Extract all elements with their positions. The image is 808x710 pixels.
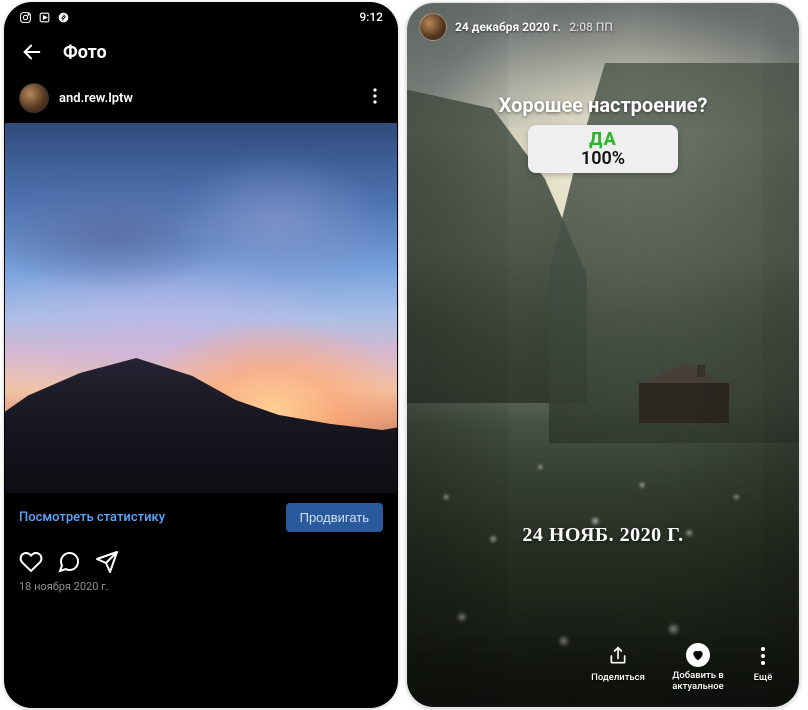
poll-percentage: 100% xyxy=(532,149,674,169)
story-header: 24 декабря 2020 г. 2:08 ПП xyxy=(419,13,787,41)
comment-icon[interactable] xyxy=(57,550,81,574)
screen-header: Фото xyxy=(5,31,397,77)
story-footer: Поделиться Добавить в актуальное Ещё xyxy=(407,643,799,693)
share-button[interactable]: Поделиться xyxy=(581,643,655,693)
post-date: 18 ноября 2020 г. xyxy=(5,576,397,597)
post-header: and.rew.lptw xyxy=(5,77,397,123)
share-outline-icon xyxy=(605,643,631,669)
post-image[interactable] xyxy=(5,123,397,493)
avatar[interactable] xyxy=(419,13,447,41)
avatar[interactable] xyxy=(19,83,49,113)
view-insights-link[interactable]: Посмотреть статистику xyxy=(19,510,165,525)
more-options-icon[interactable] xyxy=(367,84,383,112)
share-label: Поделиться xyxy=(591,673,645,684)
status-bar: 9:12 xyxy=(5,3,397,31)
media-app-icon xyxy=(38,11,51,24)
back-arrow-icon[interactable] xyxy=(21,41,43,63)
story-caption: 24 НОЯБ. 2020 Г. xyxy=(407,524,799,547)
username[interactable]: and.rew.lptw xyxy=(59,91,133,106)
promote-button[interactable]: Продвигать xyxy=(286,503,383,532)
story-time-label: 2:08 ПП xyxy=(569,20,613,34)
poll-question: Хорошее настроение? xyxy=(407,93,799,117)
instagram-app-icon xyxy=(19,11,32,24)
insights-row: Посмотреть статистику Продвигать xyxy=(5,493,397,542)
poll-option-yes: ДА xyxy=(532,131,674,149)
poll-sticker[interactable]: ДА 100% xyxy=(528,125,678,173)
story-viewer-screen: 24 декабря 2020 г. 2:08 ПП Хорошее настр… xyxy=(406,2,800,708)
clock: 9:12 xyxy=(359,10,383,24)
post-actions xyxy=(5,542,397,576)
story-date-label: 24 декабря 2020 г. xyxy=(455,20,561,34)
more-button[interactable]: Ещё xyxy=(741,643,785,693)
share-icon[interactable] xyxy=(95,550,119,574)
add-to-highlight-button[interactable]: Добавить в актуальное xyxy=(661,643,735,693)
more-vertical-icon xyxy=(750,643,776,669)
post-detail-screen: 9:12 Фото and.rew.lptw Посмотреть статис… xyxy=(4,2,398,708)
heart-filled-icon xyxy=(686,643,710,667)
page-title: Фото xyxy=(63,42,107,63)
shazam-app-icon xyxy=(57,11,70,24)
more-label: Ещё xyxy=(754,673,773,684)
highlight-label: Добавить в актуальное xyxy=(661,671,735,693)
like-icon[interactable] xyxy=(19,550,43,574)
